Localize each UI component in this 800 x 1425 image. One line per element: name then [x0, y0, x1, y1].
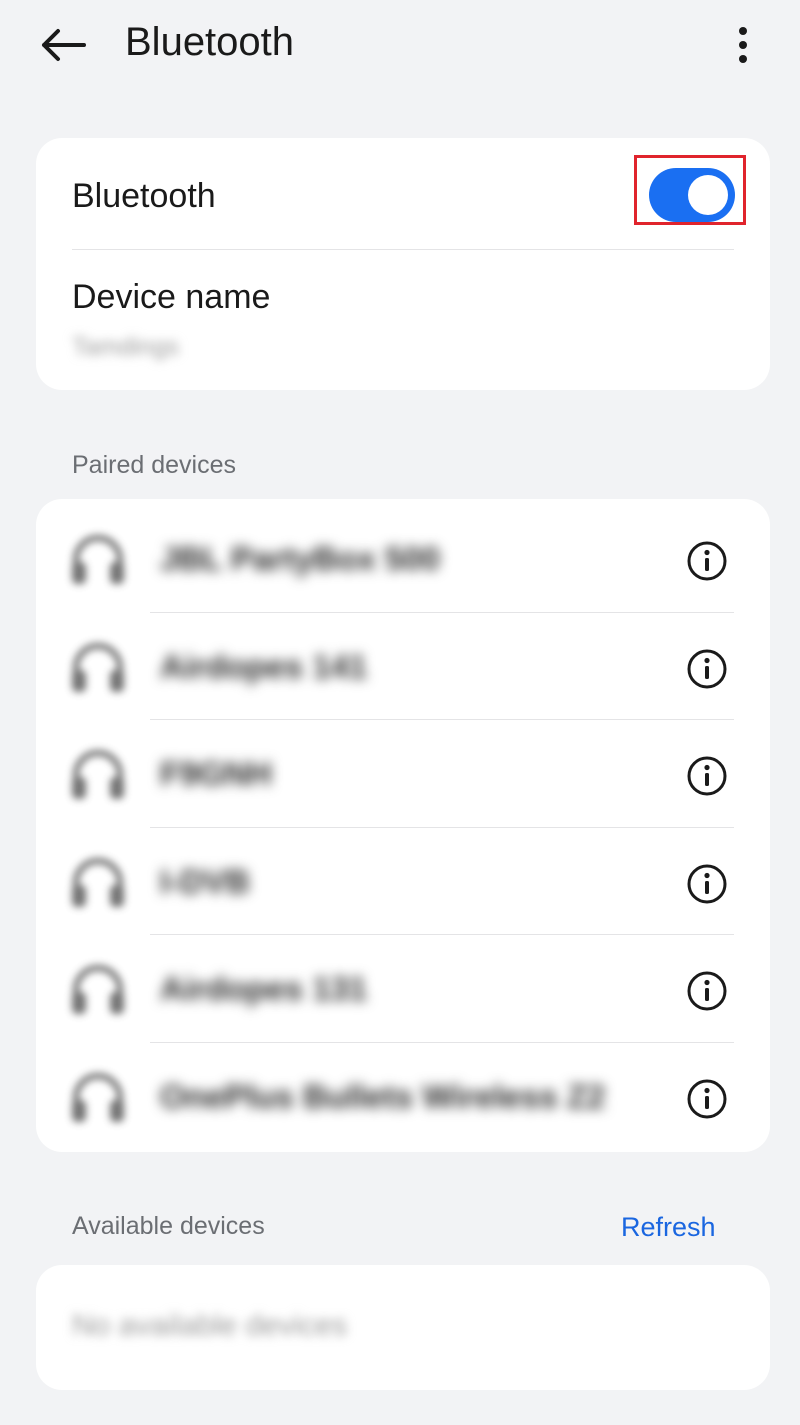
- bluetooth-label: Bluetooth: [72, 177, 216, 215]
- headphones-icon: [72, 535, 124, 584]
- refresh-button[interactable]: Refresh: [621, 1212, 716, 1243]
- toggle-knob: [688, 175, 728, 215]
- paired-device-row[interactable]: JBL PartyBox 500: [36, 504, 770, 611]
- paired-device-row[interactable]: I-DVB: [36, 827, 770, 934]
- paired-device-name: JBL PartyBox 500: [160, 540, 441, 577]
- headphones-icon: [72, 965, 124, 1014]
- bluetooth-toggle[interactable]: [649, 168, 735, 222]
- paired-device-row[interactable]: F9GNH: [36, 719, 770, 826]
- app-bar: Bluetooth: [0, 0, 800, 95]
- more-vert-icon: [739, 27, 747, 63]
- page-title: Bluetooth: [125, 20, 295, 64]
- back-button[interactable]: [38, 22, 88, 68]
- info-icon[interactable]: [686, 540, 728, 582]
- arrow-left-icon: [42, 29, 86, 61]
- paired-device-row[interactable]: OnePlus Bullets Wireless Z2: [36, 1042, 770, 1149]
- headphones-icon: [72, 1073, 124, 1122]
- paired-device-row[interactable]: Airdopes 131: [36, 934, 770, 1041]
- headphones-icon: [72, 750, 124, 799]
- headphones-icon: [72, 858, 124, 907]
- paired-devices-header: Paired devices: [72, 451, 236, 479]
- no-available-devices-text: No available devices: [72, 1309, 348, 1342]
- device-name-row[interactable]: [36, 251, 770, 390]
- paired-device-name: Airdopes 141: [160, 648, 368, 685]
- headphones-icon: [72, 643, 124, 692]
- paired-device-name: Airdopes 131: [160, 970, 368, 1007]
- paired-device-name: I-DVB: [160, 863, 250, 900]
- paired-device-name: F9GNH: [160, 755, 272, 792]
- info-icon[interactable]: [686, 863, 728, 905]
- more-options-button[interactable]: [728, 22, 758, 68]
- paired-device-name: OnePlus Bullets Wireless Z2: [160, 1078, 606, 1115]
- device-name-label: Device name: [72, 278, 271, 316]
- info-icon[interactable]: [686, 970, 728, 1012]
- paired-device-row[interactable]: Airdopes 141: [36, 612, 770, 719]
- info-icon[interactable]: [686, 1078, 728, 1120]
- device-name-value: Tamdings: [72, 333, 179, 361]
- info-icon[interactable]: [686, 755, 728, 797]
- divider: [72, 249, 734, 250]
- info-icon[interactable]: [686, 648, 728, 690]
- available-devices-header: Available devices: [72, 1212, 265, 1240]
